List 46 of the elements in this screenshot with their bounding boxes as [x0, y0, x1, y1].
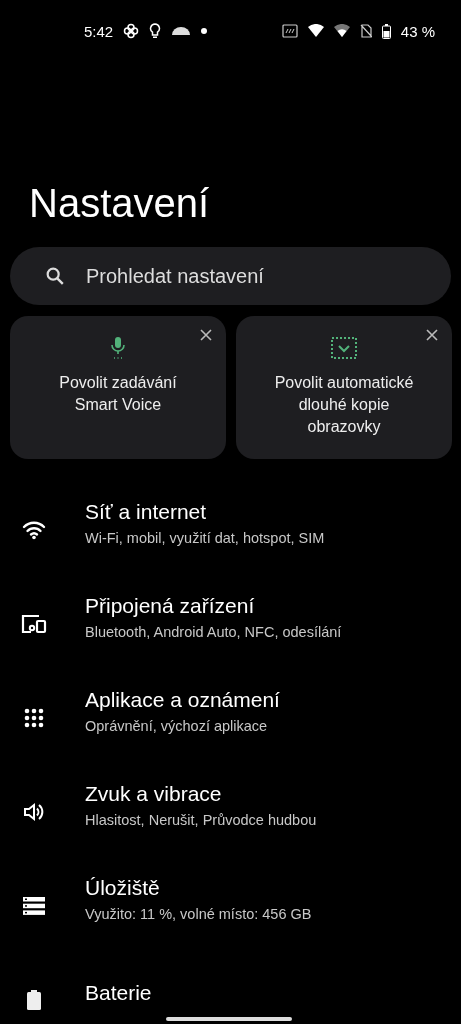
fan-icon — [123, 23, 140, 39]
settings-item[interactable]: Připojená zařízení Bluetooth, Android Auto, NFC, odesílání — [0, 577, 461, 671]
item-title: Aplikace a oznámení — [85, 688, 280, 712]
dot-icon — [201, 28, 208, 34]
item-summary: Wi-Fi, mobil, využití dat, hotspot, SIM — [85, 530, 325, 546]
status-time: 5:42 — [84, 22, 114, 40]
item-title: Zvuk a vibrace — [85, 782, 223, 806]
battery-percentage: 43 % — [400, 22, 435, 40]
speaker-icon — [22, 801, 45, 823]
apps-grid-icon — [23, 708, 44, 728]
battery-icon — [381, 23, 391, 39]
item-title: Úložiště — [85, 876, 161, 900]
item-title: Připojená zařízení — [85, 594, 256, 618]
suggestion-text: Povolit automatické dlouhé kopie obrazovky — [273, 373, 415, 437]
item-summary: Oprávnění, výchozí aplikace — [85, 718, 269, 734]
item-summary: Využito: 11 %, volné místo: 456 GB — [85, 906, 312, 922]
settings-item[interactable]: Síť a internet Wi-Fi, mobil, využití dat, hotspot, SIM — [0, 483, 461, 577]
settings-item[interactable]: Zvuk a vibrace Hlasitost, Nerušit, Průvodce hudbou — [0, 765, 461, 859]
suggestion-card[interactable]: Povolit automatické dlouhé kopie obrazovky — [236, 316, 452, 459]
search-icon — [44, 265, 66, 287]
item-summary: Bluetooth, Android Auto, NFC, odesílání — [85, 624, 342, 640]
no-sim-icon — [359, 24, 372, 38]
close-icon[interactable] — [200, 329, 212, 341]
refresh-rate-icon — [281, 24, 298, 38]
dome-icon — [171, 25, 192, 37]
item-title: Síť a internet — [85, 500, 208, 524]
settings-item[interactable]: Aplikace a oznámení Oprávnění, výchozí aplikace — [0, 671, 461, 765]
page-title: Nastavení — [28, 180, 211, 227]
search-input[interactable]: Prohledat nastavení — [86, 264, 429, 288]
item-summary: Hlasitost, Nerušit, Průvodce hudbou — [85, 812, 317, 828]
battery-icon — [26, 990, 41, 1010]
microphone-icon — [110, 336, 126, 360]
wifi-signal-icon — [333, 24, 350, 38]
suggestion-text: Povolit zadávání Smart Voice — [58, 373, 178, 415]
item-title: Baterie — [85, 981, 152, 1005]
wifi-signal-icon — [307, 24, 324, 38]
lightbulb-icon — [149, 23, 162, 39]
storage-icon — [22, 896, 45, 916]
settings-item[interactable]: Úložiště Využito: 11 %, volné místo: 456 GB — [0, 859, 461, 953]
settings-item[interactable]: Baterie — [0, 953, 461, 1024]
search-field[interactable]: Prohledat nastavení — [10, 247, 451, 305]
close-icon[interactable] — [426, 329, 438, 341]
devices-icon — [20, 614, 47, 634]
wifi-icon — [21, 520, 46, 540]
screenshot-icon — [330, 336, 358, 360]
suggestion-card[interactable]: Povolit zadávání Smart Voice — [10, 316, 226, 459]
